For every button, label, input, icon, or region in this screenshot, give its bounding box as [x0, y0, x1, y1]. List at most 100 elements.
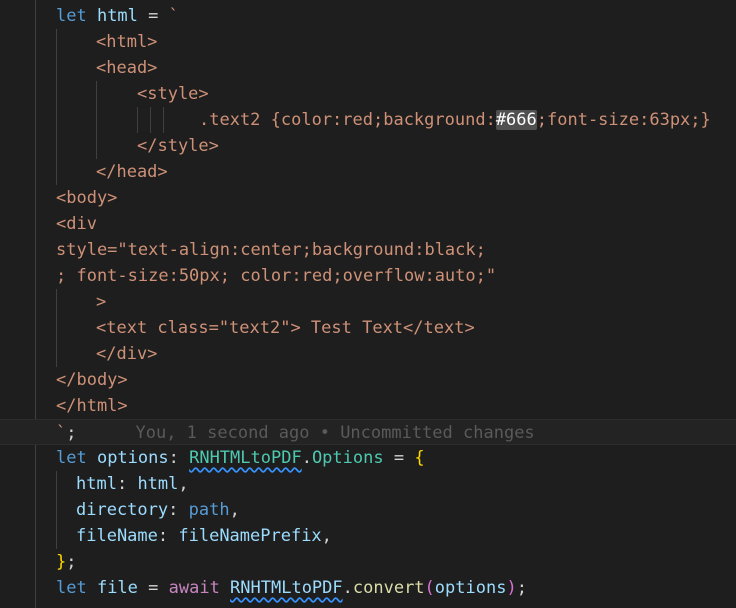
- code-line[interactable]: let options: RNHTMLtoPDF.Options = {: [0, 445, 736, 471]
- code-token: <style>: [137, 84, 209, 104]
- code-text: >: [96, 289, 106, 315]
- code-line[interactable]: html: html,: [0, 471, 736, 497]
- indent-guide: [150, 107, 151, 133]
- indent-guide: [56, 133, 57, 159]
- indent-guide: [56, 523, 57, 549]
- code-text: ; font-size:50px; color:red;overflow:aut…: [56, 263, 496, 289]
- code-token: =: [383, 448, 415, 468]
- code-line[interactable]: .text2 {color:red;background:#666;font-s…: [0, 107, 736, 133]
- code-text: </head>: [96, 159, 168, 185]
- code-token: <body>: [56, 188, 118, 208]
- code-line[interactable]: <html>: [0, 29, 736, 55]
- code-line[interactable]: fileName: fileNamePrefix,: [0, 523, 736, 549]
- highlighted-token: #666: [495, 110, 537, 130]
- code-line[interactable]: ; font-size:50px; color:red;overflow:aut…: [0, 263, 736, 289]
- code-token: =: [137, 578, 169, 598]
- code-token: :: [168, 448, 190, 468]
- code-text: let file = await RNHTMLtoPDF.convert(opt…: [56, 575, 527, 601]
- code-token: ,: [229, 500, 240, 520]
- indent-guide: [56, 471, 57, 497]
- code-token: options: [96, 448, 169, 468]
- code-text: <text class="text2"> Test Text</text>: [96, 315, 475, 341]
- code-text: .text2 {color:red;background:#666;font-s…: [199, 107, 711, 133]
- code-token: ;: [66, 552, 77, 572]
- code-token: (: [424, 578, 435, 598]
- indent-guide: [163, 107, 164, 133]
- code-token: file: [96, 578, 138, 598]
- code-text: <body>: [56, 185, 117, 211]
- code-text: };: [56, 549, 77, 575]
- code-text: <style>: [137, 81, 209, 107]
- code-line[interactable]: </body>: [0, 367, 736, 393]
- indent-guide: [137, 107, 138, 133]
- code-token: <text class="text2"> Test Text</text>: [96, 318, 475, 338]
- code-text: </div>: [96, 341, 157, 367]
- code-token: </head>: [96, 162, 168, 182]
- code-token: }: [56, 552, 67, 572]
- code-line[interactable]: let html = `: [0, 3, 736, 29]
- code-line[interactable]: };: [0, 549, 736, 575]
- code-token: options: [434, 578, 507, 598]
- code-line[interactable]: <style>: [0, 81, 736, 107]
- code-text: <html>: [96, 29, 157, 55]
- code-text: html: html,: [76, 471, 189, 497]
- code-token: ;: [516, 578, 527, 598]
- code-text: <div: [56, 211, 97, 237]
- code-token: style="text-align:center;background:blac…: [56, 240, 486, 260]
- code-token: Options: [311, 448, 384, 468]
- code-line[interactable]: let file = await RNHTMLtoPDF.convert(opt…: [0, 575, 736, 601]
- code-text: </html>: [56, 393, 128, 419]
- code-token: <html>: [96, 32, 158, 52]
- code-token: >: [96, 292, 107, 312]
- code-token: .text2 {color:red;background:: [199, 110, 496, 130]
- indent-guide: [56, 159, 57, 185]
- code-token: html: [137, 474, 179, 494]
- code-line[interactable]: style="text-align:center;background:blac…: [0, 237, 736, 263]
- code-token: </div>: [96, 344, 158, 364]
- code-token: :: [116, 474, 138, 494]
- code-token: directory: [76, 500, 169, 520]
- indent-guide: [56, 315, 57, 341]
- code-token: path: [188, 500, 230, 520]
- code-token-warning: RNHTMLtoPDF: [230, 578, 343, 598]
- code-line[interactable]: <head>: [0, 55, 736, 81]
- code-line[interactable]: `; You, 1 second ago • Uncommitted change…: [0, 419, 736, 445]
- code-line[interactable]: </html>: [0, 393, 736, 419]
- code-text: let options: RNHTMLtoPDF.Options = {: [56, 445, 425, 471]
- code-line[interactable]: <body>: [0, 185, 736, 211]
- code-token: html: [96, 6, 138, 26]
- code-token: convert: [352, 578, 425, 598]
- code-text: </body>: [56, 367, 128, 393]
- code-token: </style>: [137, 136, 219, 156]
- code-token: `: [56, 423, 67, 443]
- code-text: let html = `: [56, 3, 179, 29]
- indent-guide: [96, 133, 97, 159]
- code-text: </style>: [137, 133, 219, 159]
- code-token: ;: [66, 423, 77, 443]
- code-text: style="text-align:center;background:blac…: [56, 237, 486, 263]
- indent-guide: [96, 107, 97, 133]
- indent-guide: [56, 289, 57, 315]
- code-token-warning: RNHTMLtoPDF: [189, 448, 302, 468]
- code-token: ; font-size:50px; color:red;overflow:aut…: [56, 266, 497, 286]
- code-line[interactable]: </style>: [0, 133, 736, 159]
- code-token: <div: [56, 214, 97, 234]
- code-line[interactable]: </div>: [0, 341, 736, 367]
- code-token: .: [342, 578, 353, 598]
- indent-guide: [56, 341, 57, 367]
- code-line[interactable]: </head>: [0, 159, 736, 185]
- code-token: ,: [321, 526, 332, 546]
- code-line[interactable]: >: [0, 289, 736, 315]
- code-token: ,: [178, 474, 189, 494]
- indent-guide: [56, 107, 57, 133]
- code-line[interactable]: <text class="text2"> Test Text</text>: [0, 315, 736, 341]
- code-token: =: [137, 6, 169, 26]
- code-line[interactable]: <div: [0, 211, 736, 237]
- code-text: directory: path,: [76, 497, 240, 523]
- code-token: let: [56, 578, 97, 598]
- code-text: <head>: [96, 55, 157, 81]
- code-token: html: [76, 474, 117, 494]
- code-text: `; You, 1 second ago • Uncommitted change…: [56, 420, 535, 446]
- code-line[interactable]: directory: path,: [0, 497, 736, 523]
- code-editor[interactable]: let html = ` <html> <head> <style> .text2 {c…: [0, 0, 736, 608]
